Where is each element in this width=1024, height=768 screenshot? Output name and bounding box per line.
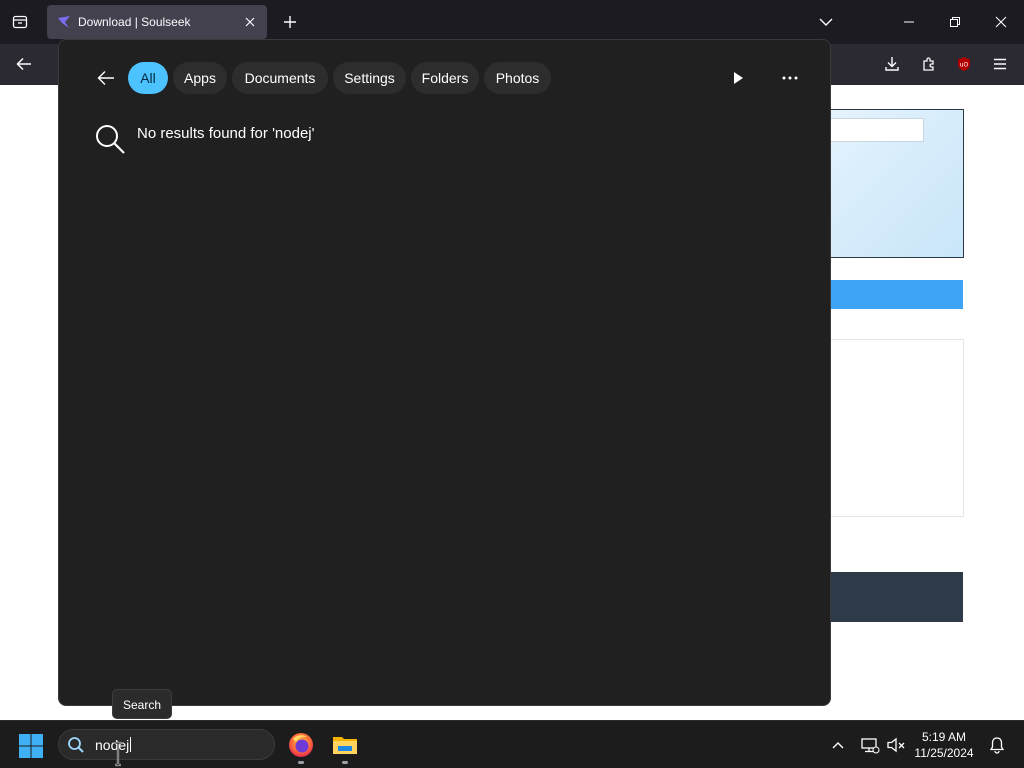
network-icon[interactable] xyxy=(860,735,880,755)
window-minimize-icon[interactable] xyxy=(897,10,921,34)
back-arrow-icon[interactable] xyxy=(12,52,36,76)
filter-chip-all[interactable]: All xyxy=(128,62,168,94)
windows-search-panel: All Apps Documents Settings Folders Phot… xyxy=(58,39,831,706)
no-results-message: No results found for 'nodej' xyxy=(137,125,315,142)
window-restore-icon[interactable] xyxy=(943,10,967,34)
new-tab-plus-icon[interactable] xyxy=(280,12,300,32)
file-explorer-running-indicator xyxy=(342,761,348,764)
svg-text:uO: uO xyxy=(960,62,969,69)
hamburger-menu-icon[interactable] xyxy=(988,52,1012,76)
clock-time: 5:19 AM xyxy=(921,730,967,744)
notification-bell-icon[interactable] xyxy=(987,735,1007,755)
tab-overview-icon[interactable] xyxy=(8,10,32,34)
tab-close-icon[interactable] xyxy=(242,14,258,30)
windows-taskbar: nodej 5:19 AM 11/25/2024 xyxy=(0,720,1024,768)
filter-chip-photos[interactable]: Photos xyxy=(484,62,551,94)
windows-start-icon[interactable] xyxy=(18,733,44,759)
search-back-arrow-icon[interactable] xyxy=(94,66,118,90)
search-tooltip: Search xyxy=(112,689,173,719)
taskbar-search-box[interactable]: nodej xyxy=(58,729,275,760)
clock-date: 11/25/2024 xyxy=(914,746,974,760)
volume-muted-icon[interactable] xyxy=(886,735,906,755)
firefox-running-indicator xyxy=(298,761,304,764)
no-results-search-icon xyxy=(96,125,125,154)
show-hidden-icons-chevron-icon[interactable] xyxy=(829,736,847,754)
taskbar-search-icon xyxy=(68,737,84,753)
filter-chip-settings[interactable]: Settings xyxy=(333,62,406,94)
filter-chip-documents[interactable]: Documents xyxy=(232,62,328,94)
downloads-icon[interactable] xyxy=(880,52,904,76)
tab-title: Download | Soulseek xyxy=(78,15,191,29)
extensions-puzzle-icon[interactable] xyxy=(917,52,941,76)
file-explorer-icon[interactable] xyxy=(331,731,359,759)
mouse-text-cursor-icon xyxy=(115,741,121,767)
ublock-origin-icon[interactable]: uO xyxy=(952,52,976,76)
more-filters-play-icon[interactable] xyxy=(727,67,749,89)
filter-chip-folders[interactable]: Folders xyxy=(411,62,479,94)
more-options-ellipsis-icon[interactable] xyxy=(778,67,802,89)
soulseek-favicon-icon xyxy=(58,16,70,28)
browser-tab-strip: Download | Soulseek xyxy=(0,0,1024,44)
list-all-tabs-chevron-icon[interactable] xyxy=(816,12,836,32)
text-caret xyxy=(130,737,132,752)
firefox-icon[interactable] xyxy=(287,731,315,759)
window-close-icon[interactable] xyxy=(989,10,1013,34)
taskbar-clock[interactable]: 5:19 AM 11/25/2024 xyxy=(914,729,974,761)
browser-tab-active[interactable]: Download | Soulseek xyxy=(47,5,267,39)
filter-chip-apps[interactable]: Apps xyxy=(173,62,227,94)
